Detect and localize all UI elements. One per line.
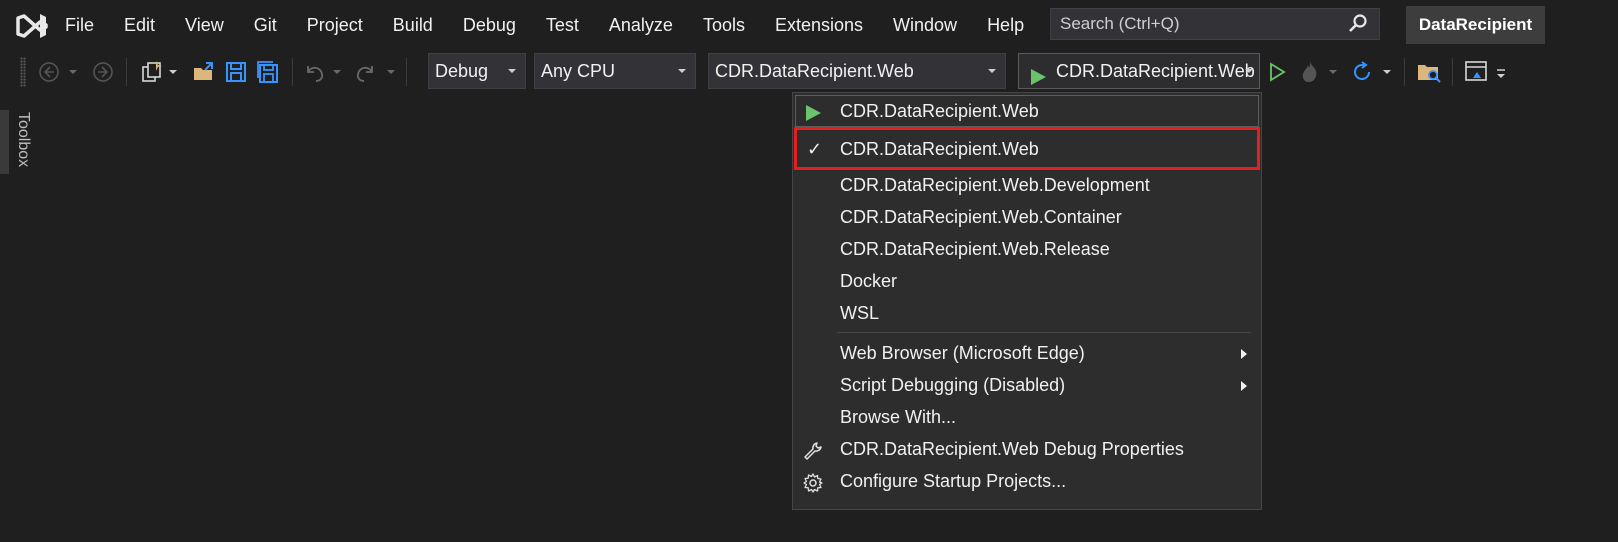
profile-item-development[interactable]: CDR.DataRecipient.Web.Development xyxy=(793,169,1261,201)
standard-toolbar: Debug Any CPU CDR.DataRecipient.Web CDR.… xyxy=(0,50,1618,94)
redo-icon[interactable] xyxy=(352,50,380,94)
toolbar-separator xyxy=(292,58,293,86)
menu-tools[interactable]: Tools xyxy=(688,0,760,50)
startup-project-value: CDR.DataRecipient.Web xyxy=(715,61,914,81)
chevron-down-icon[interactable] xyxy=(1245,69,1253,73)
browse-with-menu-item[interactable]: Browse With... xyxy=(793,401,1261,433)
search-input[interactable]: Search (Ctrl+Q) xyxy=(1050,8,1380,40)
toolbar-separator xyxy=(406,58,407,86)
menu-analyze[interactable]: Analyze xyxy=(594,0,688,50)
solution-name-badge[interactable]: DataRecipient xyxy=(1406,6,1545,44)
menu-build[interactable]: Build xyxy=(378,0,448,50)
menu-test[interactable]: Test xyxy=(531,0,594,50)
menu-debug[interactable]: Debug xyxy=(448,0,531,50)
profile-item-label: CDR.DataRecipient.Web.Release xyxy=(840,239,1110,259)
profile-item-cdr-datarecipient-web[interactable]: ✓ CDR.DataRecipient.Web xyxy=(793,133,1261,165)
debug-properties-menu-item[interactable]: CDR.DataRecipient.Web Debug Properties xyxy=(793,433,1261,465)
new-project-dropdown-icon[interactable] xyxy=(166,50,180,94)
restart-dropdown-icon[interactable] xyxy=(1380,50,1394,94)
chevron-down-icon xyxy=(678,69,686,73)
check-icon: ✓ xyxy=(807,139,823,159)
submenu-arrow-icon xyxy=(1241,381,1247,391)
solution-explorer-folder-icon[interactable] xyxy=(1414,50,1444,94)
window-layout-icon[interactable] xyxy=(1462,50,1492,94)
profile-item-docker[interactable]: Docker xyxy=(793,265,1261,297)
debug-properties-label: CDR.DataRecipient.Web Debug Properties xyxy=(840,439,1184,459)
toolbox-tab[interactable] xyxy=(0,110,9,174)
solution-configuration-value: Debug xyxy=(435,61,489,81)
profile-item-label: WSL xyxy=(840,303,880,323)
configure-startup-projects-label: Configure Startup Projects... xyxy=(840,471,1067,491)
toolbar-separator xyxy=(1452,58,1453,86)
redo-dropdown-icon[interactable] xyxy=(384,50,398,94)
open-folder-icon[interactable] xyxy=(190,50,218,94)
solution-configuration-dropdown[interactable]: Debug xyxy=(428,53,526,89)
save-all-icon[interactable] xyxy=(254,50,282,94)
profile-item-label: CDR.DataRecipient.Web.Container xyxy=(840,207,1122,227)
play-icon xyxy=(803,101,823,121)
search-placeholder: Search (Ctrl+Q) xyxy=(1060,14,1180,33)
navigate-forward-icon[interactable] xyxy=(90,50,116,94)
navigate-back-icon[interactable] xyxy=(36,50,62,94)
navigate-back-dropdown-icon[interactable] xyxy=(66,50,80,94)
profile-item-release[interactable]: CDR.DataRecipient.Web.Release xyxy=(793,233,1261,265)
save-icon[interactable] xyxy=(222,50,250,94)
dropdown-start-item-label: CDR.DataRecipient.Web xyxy=(840,101,1039,121)
toolbar-grip[interactable] xyxy=(20,57,26,87)
launch-profile-dropdown-menu: CDR.DataRecipient.Web ✓ CDR.DataRecipien… xyxy=(792,92,1262,510)
wrench-icon xyxy=(803,439,823,460)
menu-items: File Edit View Git Project Build Debug T… xyxy=(50,0,1039,50)
script-debugging-label: Script Debugging (Disabled) xyxy=(840,375,1066,395)
menu-project[interactable]: Project xyxy=(292,0,378,50)
start-without-debugging-icon[interactable] xyxy=(1264,50,1290,94)
chevron-down-icon xyxy=(508,69,516,73)
menu-separator xyxy=(837,332,1251,333)
menu-view[interactable]: View xyxy=(170,0,239,50)
menu-help[interactable]: Help xyxy=(972,0,1039,50)
configure-startup-projects-menu-item[interactable]: Configure Startup Projects... xyxy=(793,465,1261,497)
new-project-icon[interactable] xyxy=(138,50,166,94)
undo-icon[interactable] xyxy=(300,50,328,94)
web-browser-menu-item[interactable]: Web Browser (Microsoft Edge) xyxy=(793,337,1261,369)
toolbar-separator xyxy=(126,58,127,86)
search-icon[interactable] xyxy=(1347,13,1369,35)
submenu-arrow-icon xyxy=(1241,349,1247,359)
profile-item-wsl[interactable]: WSL xyxy=(793,297,1261,329)
browse-with-label: Browse With... xyxy=(840,407,957,427)
profile-item-label: CDR.DataRecipient.Web.Development xyxy=(840,175,1150,195)
profile-item-label: CDR.DataRecipient.Web xyxy=(840,139,1039,159)
startup-project-dropdown[interactable]: CDR.DataRecipient.Web xyxy=(708,53,1006,89)
menu-extensions[interactable]: Extensions xyxy=(760,0,878,50)
script-debugging-menu-item[interactable]: Script Debugging (Disabled) xyxy=(793,369,1261,401)
start-debugging-button[interactable]: CDR.DataRecipient.Web xyxy=(1018,53,1260,89)
menu-git[interactable]: Git xyxy=(239,0,292,50)
chevron-down-icon xyxy=(988,69,996,73)
menu-edit[interactable]: Edit xyxy=(109,0,170,50)
web-browser-label: Web Browser (Microsoft Edge) xyxy=(840,343,1085,363)
menu-window[interactable]: Window xyxy=(878,0,972,50)
solution-platform-dropdown[interactable]: Any CPU xyxy=(534,53,696,89)
solution-platform-value: Any CPU xyxy=(541,61,616,81)
profile-item-container[interactable]: CDR.DataRecipient.Web.Container xyxy=(793,201,1261,233)
profile-item-label: Docker xyxy=(840,271,898,291)
gear-icon xyxy=(803,471,823,493)
menu-bar: File Edit View Git Project Build Debug T… xyxy=(0,0,1618,50)
toolbar-separator xyxy=(1404,58,1405,86)
menu-file[interactable]: File xyxy=(50,0,109,50)
hot-reload-icon[interactable] xyxy=(1296,50,1324,94)
dropdown-start-item[interactable]: CDR.DataRecipient.Web xyxy=(793,95,1261,127)
visual-studio-logo-icon[interactable] xyxy=(14,10,50,42)
toolbar-overflow-icon[interactable] xyxy=(1494,50,1508,94)
toolbox-label[interactable]: Toolbox xyxy=(14,112,32,167)
restart-icon[interactable] xyxy=(1348,50,1376,94)
undo-dropdown-icon[interactable] xyxy=(330,50,344,94)
start-button-label: CDR.DataRecipient.Web xyxy=(1056,61,1255,81)
hot-reload-dropdown-icon[interactable] xyxy=(1326,50,1340,94)
